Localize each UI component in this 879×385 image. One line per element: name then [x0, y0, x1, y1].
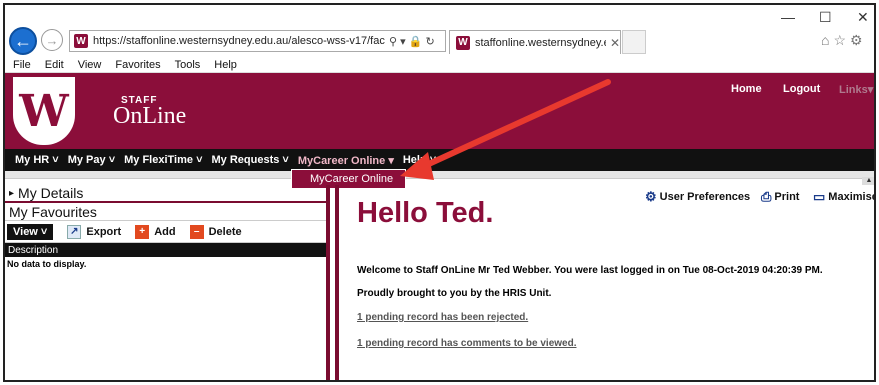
nav-my-flexitime[interactable]: My FlexiTime ˅ — [124, 154, 202, 166]
greeting-heading: Hello Ted. — [357, 197, 494, 229]
add-icon: + — [135, 224, 150, 239]
main-navigation: My HR ˅ My Pay ˅ My FlexiTime ˅ My Reque… — [5, 149, 874, 171]
menu-file[interactable]: File — [13, 59, 31, 71]
left-panel: ▸ My Details My Favourites View ˅ ↗ Expo… — [5, 185, 330, 380]
my-favourites-header: My Favourites — [5, 203, 326, 221]
nav-my-hr[interactable]: My HR ˅ — [15, 154, 59, 166]
chevron-right-icon: ▸ — [9, 187, 15, 199]
site-header: W STAFF OnLine Home Logout Links▾ — [5, 73, 874, 149]
tab-title: staffonline.westernsydney.e... — [475, 36, 606, 49]
home-link[interactable]: Home — [731, 83, 762, 95]
browser-chrome: — ☐ ✕ ← → W https://staffonline.westerns… — [5, 5, 874, 57]
new-tab-button[interactable] — [622, 30, 646, 54]
delete-icon: – — [189, 224, 204, 239]
view-menu-button[interactable]: View ˅ — [7, 223, 54, 240]
browser-tab[interactable]: W staffonline.westernsydney.e... ✕ — [449, 30, 621, 54]
printer-icon: ⎙ — [761, 189, 772, 204]
browser-menubar: File Edit View Favorites Tools Help — [5, 57, 874, 73]
browser-window: — ☐ ✕ ← → W https://staffonline.westerns… — [3, 3, 876, 382]
url-text[interactable]: https://staffonline.westernsydney.edu.au… — [93, 35, 385, 47]
menu-help[interactable]: Help — [214, 59, 237, 71]
site-favicon: W — [74, 34, 88, 48]
my-details-header[interactable]: ▸ My Details — [5, 185, 326, 203]
links-menu[interactable]: Links▾ — [839, 83, 873, 96]
online-label: OnLine — [113, 103, 187, 129]
tab-favicon: W — [456, 35, 470, 50]
pending-rejected-link[interactable]: 1 pending record has been rejected. — [357, 312, 528, 323]
address-bar[interactable]: W https://staffonline.westernsydney.edu.… — [69, 30, 446, 52]
maximise-link[interactable]: ▭ Maximise — [813, 189, 874, 205]
arrow-right-icon: → — [45, 32, 59, 48]
maximise-icon: ▭ — [813, 189, 826, 204]
menu-tools[interactable]: Tools — [175, 59, 201, 71]
menu-edit[interactable]: Edit — [45, 59, 64, 71]
nav-mycareer-online[interactable]: MyCareer Online ▾ — [298, 154, 394, 167]
no-data-message: No data to display. — [7, 259, 87, 269]
nav-my-pay[interactable]: My Pay ˅ — [68, 154, 115, 166]
main-content: ▲ Hello Ted. ⚙ User Preferences ⎙ Print … — [335, 177, 874, 380]
user-preferences-link[interactable]: ⚙ User Preferences — [645, 189, 750, 205]
export-button[interactable]: ↗ Export — [67, 224, 121, 239]
menu-favorites[interactable]: Favorites — [115, 59, 160, 71]
home-star-gear-icons[interactable]: ⌂☆⚙ — [821, 32, 867, 49]
nav-my-requests[interactable]: My Requests ˅ — [212, 154, 289, 166]
nav-help[interactable]: Help ˅ — [403, 154, 436, 166]
close-window-icon[interactable]: ✕ — [857, 9, 869, 26]
add-button[interactable]: + Add — [135, 224, 176, 239]
search-lock-refresh-icons[interactable]: ⚲ ▾ 🔒 ↻ — [389, 35, 435, 48]
nav-subbar — [5, 171, 874, 179]
export-icon: ↗ — [67, 224, 82, 239]
hris-credit: Proudly brought to you by the HRIS Unit. — [357, 288, 552, 299]
scroll-up-arrow-icon[interactable]: ▲ — [862, 177, 874, 185]
university-logo[interactable]: W — [13, 77, 75, 145]
favourites-toolbar: View ˅ ↗ Export + Add – Delete — [5, 221, 326, 243]
minimize-icon[interactable]: — — [781, 9, 795, 25]
gear-icon: ⚙ — [645, 189, 657, 204]
print-link[interactable]: ⎙ Print — [761, 189, 799, 205]
menu-view[interactable]: View — [78, 59, 102, 71]
logout-link[interactable]: Logout — [783, 83, 820, 95]
delete-button[interactable]: – Delete — [189, 224, 242, 239]
maximize-icon[interactable]: ☐ — [819, 9, 832, 26]
description-column-header[interactable]: Description — [5, 243, 326, 257]
forward-button[interactable]: → — [41, 29, 63, 51]
welcome-message: Welcome to Staff OnLine Mr Ted Webber. Y… — [357, 265, 823, 276]
pending-comments-link[interactable]: 1 pending record has comments to be view… — [357, 338, 577, 349]
back-button[interactable]: ← — [9, 27, 37, 55]
arrow-left-icon: ← — [14, 30, 32, 51]
tab-close-icon[interactable]: ✕ — [610, 36, 620, 50]
